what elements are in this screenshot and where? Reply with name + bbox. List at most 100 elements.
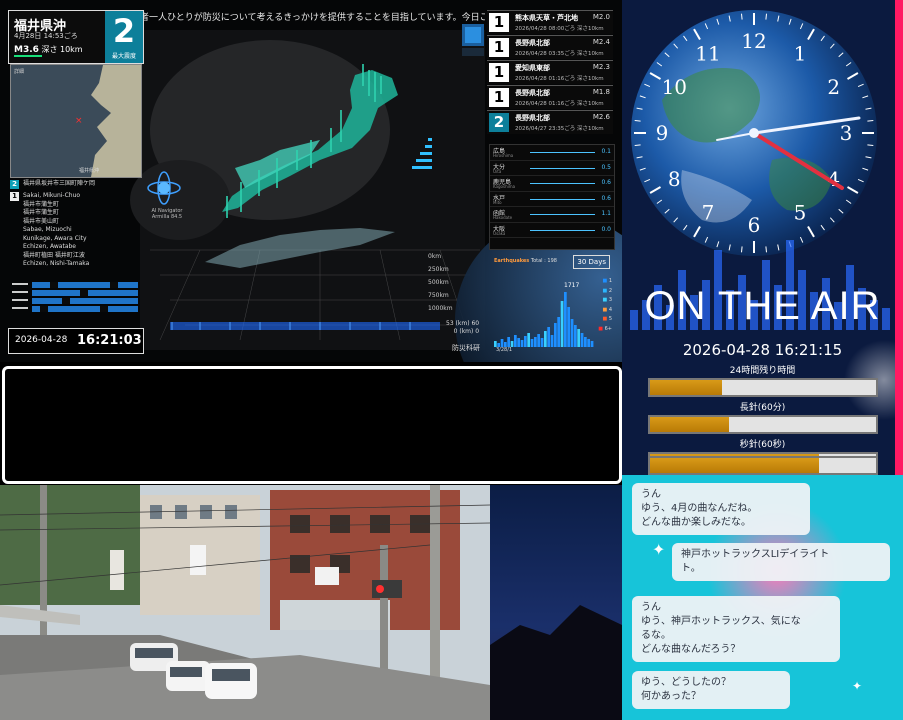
max-shindo-badge: 2 最大震度 bbox=[105, 11, 143, 63]
clock-number: 10 bbox=[662, 75, 687, 99]
quake-item[interactable]: 1 長野県北部 M2.4 2026/04/28 03:35ごろ 深さ10km bbox=[487, 35, 613, 59]
monitor-date: 2026-04-28 bbox=[15, 335, 68, 345]
hist-bar bbox=[507, 337, 510, 347]
chat-panel: ✦ ✦ うん ゆう、4月の曲なんだね。 どんな曲か楽しみだな。 神戸ホットラックス… bbox=[622, 475, 903, 720]
station-value: 1.1 bbox=[601, 210, 611, 217]
earthquake-histogram: Earthquakes Total : 198 30 Days 1717 ■ 1… bbox=[490, 255, 614, 355]
hist-bar bbox=[530, 339, 534, 347]
clock-tick bbox=[867, 120, 874, 122]
depth-label: 1000km bbox=[428, 305, 453, 312]
clock-number: 12 bbox=[741, 29, 766, 53]
quake-mag: M2.4 bbox=[592, 38, 610, 46]
quake-mag: M2.6 bbox=[592, 113, 610, 121]
time-bar bbox=[622, 454, 903, 475]
on-air-label: ON THE AIR bbox=[644, 284, 881, 328]
quake-shindo: 1 bbox=[489, 13, 509, 32]
legend-label: 1 bbox=[608, 278, 612, 284]
minimap-terrain: × bbox=[75, 65, 141, 177]
magnitude-bar bbox=[14, 55, 42, 57]
hist-start-date: 3/28/1 bbox=[496, 347, 513, 353]
area-name: 福井市蒲生町 bbox=[23, 209, 60, 216]
hist-bar bbox=[540, 338, 544, 347]
area-name: 福井県坂井市三国町陣ケ岡 bbox=[23, 180, 96, 187]
station-row: 水戸 Mito 0.6 bbox=[490, 192, 614, 207]
hist-bar bbox=[590, 341, 594, 347]
range-30days-button[interactable]: 30 Days bbox=[573, 255, 610, 269]
time-bar: 長針(60分) bbox=[622, 400, 903, 434]
hist-legend-item: ■ 2 bbox=[598, 287, 612, 297]
quake-time: 2026/04/28 01:16ごろ 深さ10km bbox=[515, 76, 604, 82]
sparkle-icon: ✦ bbox=[652, 540, 665, 559]
hist-bar bbox=[547, 327, 550, 347]
hist-legend-item: ■ 6+ bbox=[598, 325, 612, 335]
clock-tick bbox=[867, 144, 874, 146]
quake-item[interactable]: 1 熊本県天草・芦北地 M2.0 2026/04/28 08:00ごろ 深さ10km bbox=[487, 10, 613, 34]
quake-place: 熊本県天草・芦北地 bbox=[515, 14, 578, 22]
recent-quakes-list: 1 熊本県天草・芦北地 M2.0 2026/04/28 08:00ごろ 深さ10km 1… bbox=[487, 10, 613, 135]
quake-item[interactable]: 2 長野県北部 M2.6 2026/04/27 23:35ごろ 深さ10km bbox=[487, 110, 613, 134]
quake-time: 2026/04/28 01:16ごろ 深さ10km bbox=[515, 101, 604, 107]
area-name: Sabae, Mizuochi bbox=[23, 226, 72, 233]
clock-tick bbox=[741, 246, 743, 253]
quake-time: 4月28日 14:53ごろ bbox=[14, 32, 78, 40]
clock-number: 3 bbox=[840, 121, 853, 145]
hist-bar bbox=[544, 331, 547, 347]
frame-edge bbox=[895, 0, 903, 475]
hist-legend-item: ■ 1 bbox=[598, 277, 612, 287]
clock-number: 5 bbox=[794, 201, 807, 225]
clock-number: 6 bbox=[748, 213, 761, 237]
station-row: 鹿児島 Kagoshima 0.6 bbox=[490, 176, 614, 192]
hist-bar bbox=[520, 340, 524, 347]
chat-bubble-right: 神戸ホットラックスLIデイライト ト。 bbox=[672, 543, 890, 581]
clock-tick bbox=[634, 144, 641, 146]
quake-item[interactable]: 1 愛知県東部 M2.3 2026/04/28 01:16ごろ 深さ10km bbox=[487, 60, 613, 84]
quake-item[interactable]: 1 長野県北部 M1.8 2026/04/28 01:16ごろ 深さ10km bbox=[487, 85, 613, 109]
hist-title: Earthquakes bbox=[494, 258, 530, 264]
hist-bar bbox=[524, 336, 527, 347]
quake-place: 愛知県東部 bbox=[515, 64, 550, 72]
legend-label: 2 bbox=[608, 287, 612, 294]
station-waveform bbox=[530, 183, 595, 184]
quake-shindo: 1 bbox=[489, 88, 509, 107]
station-name-en: Osaka bbox=[493, 230, 506, 236]
depth-label: 0km bbox=[428, 253, 442, 260]
bosai-credit: 防災科研 bbox=[452, 344, 480, 352]
hist-bar bbox=[554, 323, 557, 347]
monitor-time: 16:21:03 bbox=[77, 333, 142, 348]
quake-place: 長野県北部 bbox=[515, 114, 550, 122]
time-bar-fill bbox=[649, 380, 722, 395]
clock-number: 9 bbox=[656, 121, 669, 145]
hist-bar bbox=[570, 319, 574, 347]
area-shindo-badge: 2 bbox=[10, 180, 19, 189]
depth-scale: 0km 250km 500km 750km 1000km bbox=[428, 250, 453, 315]
street-camera-view bbox=[0, 485, 490, 720]
hist-peak-label: 1717 bbox=[564, 282, 579, 289]
hist-bar bbox=[574, 325, 577, 347]
area-item: 1 Sakai, Mikuni-Chuo 福井市蒲生町 福井市蒲生町 福井市美山町 Sab… bbox=[10, 192, 140, 269]
time-bar-track bbox=[647, 378, 878, 397]
sparkle-icon: ✦ bbox=[852, 679, 862, 693]
station-name-en: Oita bbox=[493, 168, 502, 174]
area-shindo-badge: 1 bbox=[10, 192, 19, 201]
hist-bar bbox=[557, 317, 560, 347]
hist-bar bbox=[560, 301, 564, 347]
on-air-panel: 12 1 2 3 4 5 6 7 8 9 10 11 ON THE AIR 2026-04-28 16… bbox=[622, 0, 903, 475]
quake-mag: M1.8 bbox=[592, 88, 610, 96]
hist-legend-item: ■ 5 bbox=[598, 315, 612, 325]
hist-bars: 1717 bbox=[494, 282, 594, 347]
navigator-orb-icon bbox=[147, 171, 181, 205]
depth-stats: 53 (km) 60 0 (km) 0 bbox=[446, 320, 480, 335]
depth-label: 500km bbox=[428, 279, 449, 286]
station-name-en: Kagoshima bbox=[493, 184, 516, 189]
area-item: 2 福井県坂井市三国町陣ケ岡 bbox=[10, 180, 140, 189]
hist-legend-item: ■ 3 bbox=[598, 296, 612, 306]
time-bar: 24時間残り時間 bbox=[622, 363, 903, 397]
hist-bar bbox=[500, 339, 504, 347]
station-name-en: Hakodate bbox=[493, 215, 513, 220]
station-name-en: Mito bbox=[493, 199, 502, 205]
legend-label: 4 bbox=[608, 306, 612, 313]
station-intensity-strip bbox=[12, 282, 138, 312]
ai-navigator: AI Navigator Armilla 84.5 bbox=[140, 168, 188, 228]
monitor-datetime: 2026-04-28 16:21:03 bbox=[8, 328, 144, 354]
clock-tick bbox=[634, 120, 641, 122]
